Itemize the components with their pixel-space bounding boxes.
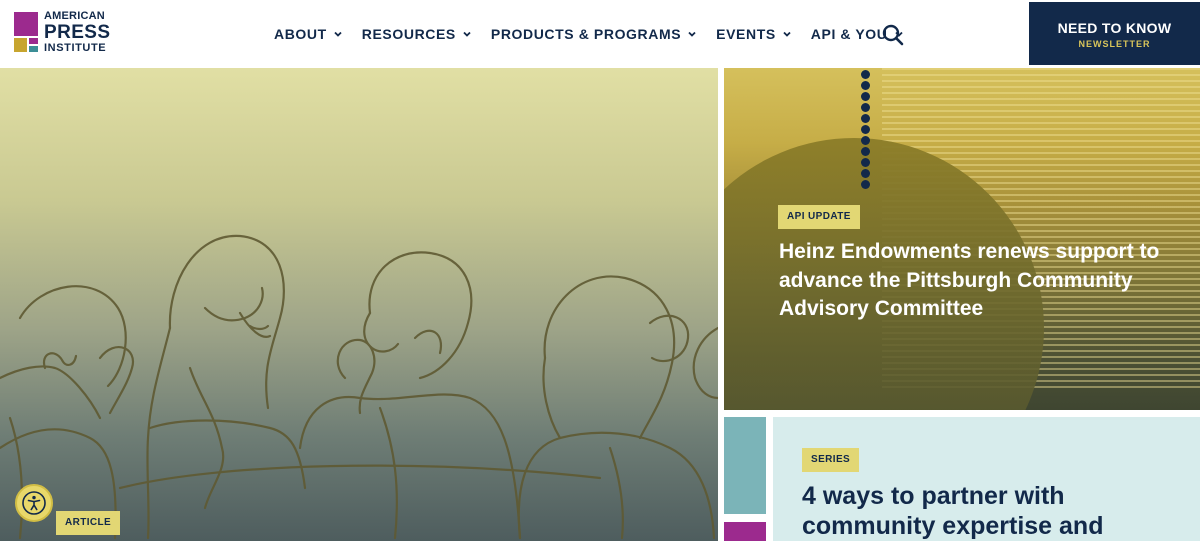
newsletter-button[interactable]: NEED TO KNOW NEWSLETTER: [1029, 2, 1200, 65]
series-tag[interactable]: SERIES: [802, 448, 860, 472]
logo-wordmark: AMERICAN PRESS INSTITUTE: [44, 11, 110, 54]
accent-gap: [724, 514, 766, 522]
hero-illustration: [0, 234, 718, 540]
accent-divider: [766, 417, 773, 541]
accessibility-button[interactable]: [15, 484, 53, 522]
nav-item-products-programs[interactable]: PRODUCTS & PROGRAMS: [491, 26, 697, 42]
api-logo[interactable]: AMERICAN PRESS INSTITUTE: [14, 11, 124, 56]
nav-item-about[interactable]: ABOUT: [274, 26, 343, 42]
chevron-down-icon: [334, 31, 342, 37]
site-header: AMERICAN PRESS INSTITUTE ABOUT RESOURCES…: [0, 0, 1200, 68]
main-nav: ABOUT RESOURCES PRODUCTS & PROGRAMS EVEN…: [274, 24, 923, 44]
api-update-tag[interactable]: API UPDATE: [778, 205, 860, 229]
nav-item-label: API & YOU: [810, 26, 888, 42]
accessibility-icon: [22, 491, 46, 515]
hero-feature[interactable]: ARTICLE: [0, 68, 718, 541]
nav-item-label: RESOURCES: [361, 26, 456, 42]
logo-line-3: INSTITUTE: [44, 42, 107, 54]
nav-item-label: EVENTS: [716, 26, 776, 42]
purple-accent: [724, 522, 766, 541]
chevron-down-icon: [463, 31, 471, 37]
nav-item-label: ABOUT: [274, 26, 327, 42]
teal-accent: [724, 417, 766, 514]
logo-mark: [14, 12, 40, 54]
nav-item-events[interactable]: EVENTS: [716, 26, 792, 42]
chevron-down-icon: [688, 31, 696, 37]
card-headline[interactable]: 4 ways to partner with community experti…: [802, 481, 1192, 541]
search-button[interactable]: [881, 23, 905, 47]
nav-item-resources[interactable]: RESOURCES: [362, 26, 472, 42]
search-icon: [882, 24, 904, 46]
feature-card-api-update[interactable]: API UPDATE Heinz Endowments renews suppo…: [724, 68, 1200, 410]
article-tag[interactable]: ARTICLE: [56, 511, 121, 535]
dot-column: [861, 70, 871, 191]
feature-card-series[interactable]: SERIES 4 ways to partner with community …: [724, 417, 1200, 541]
chevron-down-icon: [783, 31, 791, 37]
newsletter-title: NEED TO KNOW: [1057, 20, 1172, 36]
logo-line-2: PRESS: [44, 22, 111, 43]
logo-line-1: AMERICAN: [44, 10, 105, 22]
nav-item-label: PRODUCTS & PROGRAMS: [490, 26, 682, 42]
card-headline[interactable]: Heinz Endowments renews support to advan…: [779, 238, 1179, 324]
newsletter-subtitle: NEWSLETTER: [1078, 39, 1151, 49]
